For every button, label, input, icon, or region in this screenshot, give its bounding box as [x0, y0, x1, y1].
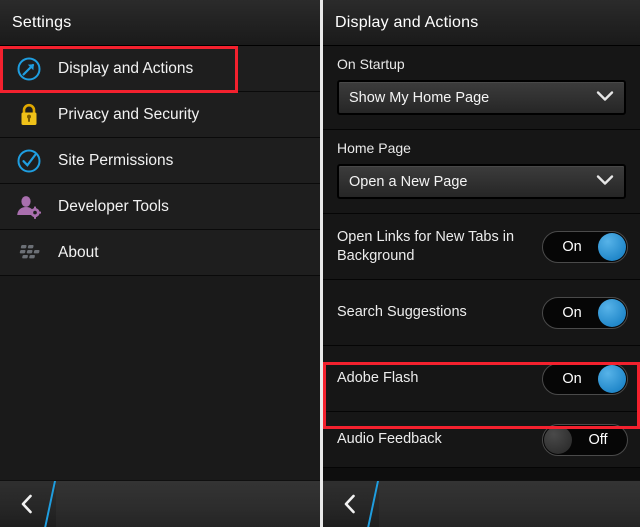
sidebar-item-display-and-actions[interactable]: Display and Actions: [0, 46, 320, 92]
sidebar-item-privacy-and-security[interactable]: Privacy and Security: [0, 92, 320, 138]
home-page-dropdown[interactable]: Open a New Page: [337, 164, 626, 199]
audio-feedback-label: Audio Feedback: [337, 431, 442, 447]
home-page-label: Home Page: [337, 140, 411, 156]
back-button[interactable]: [0, 481, 54, 527]
adobe-flash-toggle[interactable]: On: [542, 362, 628, 395]
sidebar-item-about[interactable]: About: [0, 230, 320, 276]
person-gear-icon: [14, 192, 44, 222]
sidebar-header: Settings: [0, 0, 320, 46]
preferences-list: On Startup Show My Home Page Home Page O…: [323, 46, 640, 480]
sidebar-item-label: Display and Actions: [58, 59, 194, 77]
sidebar-item-label: Developer Tools: [58, 197, 169, 215]
settings-screen: Settings Display and Actions Privacy and…: [0, 0, 640, 527]
home-page-value: Open a New Page: [349, 173, 468, 190]
display-and-actions-panel: Display and Actions On Startup Show My H…: [323, 0, 640, 527]
adobe-flash-label: Adobe Flash: [337, 370, 419, 386]
back-button[interactable]: [323, 481, 377, 527]
detail-bottom-bar: [323, 480, 640, 527]
search-suggestions-toggle[interactable]: On: [542, 296, 628, 329]
sidebar-item-developer-tools[interactable]: Developer Tools: [0, 184, 320, 230]
check-circle-icon: [14, 146, 44, 176]
open-links-background-toggle[interactable]: On: [542, 230, 628, 263]
on-startup-label: On Startup: [337, 56, 405, 72]
blackberry-logo-icon: [14, 238, 44, 268]
search-suggestions-row: Search Suggestions On: [323, 280, 640, 346]
on-startup-dropdown[interactable]: Show My Home Page: [337, 80, 626, 115]
sidebar-item-label: About: [58, 243, 99, 261]
audio-feedback-row: Audio Feedback Off: [323, 412, 640, 468]
search-suggestions-label: Search Suggestions: [337, 304, 467, 320]
toggle-knob: [598, 298, 626, 327]
toggle-knob: [598, 364, 626, 393]
chevron-left-icon: [344, 494, 355, 514]
page-title: Settings: [12, 13, 72, 31]
settings-sidebar-panel: Settings Display and Actions Privacy and…: [0, 0, 320, 527]
detail-bottom-field: [379, 481, 640, 527]
on-startup-value: Show My Home Page: [349, 89, 490, 106]
sidebar-item-label: Site Permissions: [58, 151, 174, 169]
toggle-knob: [544, 425, 572, 454]
chevron-down-icon: [596, 173, 614, 191]
open-links-background-label: Open Links for New Tabs in Background: [337, 228, 515, 264]
detail-title: Display and Actions: [335, 13, 479, 31]
detail-header: Display and Actions: [323, 0, 640, 46]
audio-feedback-toggle[interactable]: Off: [542, 423, 628, 456]
chevron-down-icon: [596, 89, 614, 107]
open-links-background-row: Open Links for New Tabs in Background On: [323, 214, 640, 280]
sidebar-bottom-bar: [0, 480, 320, 527]
sidebar-item-site-permissions[interactable]: Site Permissions: [0, 138, 320, 184]
chevron-left-icon: [21, 494, 32, 514]
settings-menu-list: Display and Actions Privacy and Security: [0, 46, 320, 480]
home-page-block: Home Page Open a New Page: [323, 130, 640, 214]
sidebar-bottom-field: [56, 481, 320, 527]
sidebar-item-label: Privacy and Security: [58, 105, 200, 123]
padlock-icon: [14, 100, 44, 130]
on-startup-block: On Startup Show My Home Page: [323, 46, 640, 130]
adobe-flash-row: Adobe Flash On: [323, 346, 640, 412]
compass-arrow-icon: [14, 54, 44, 84]
toggle-knob: [598, 232, 626, 261]
